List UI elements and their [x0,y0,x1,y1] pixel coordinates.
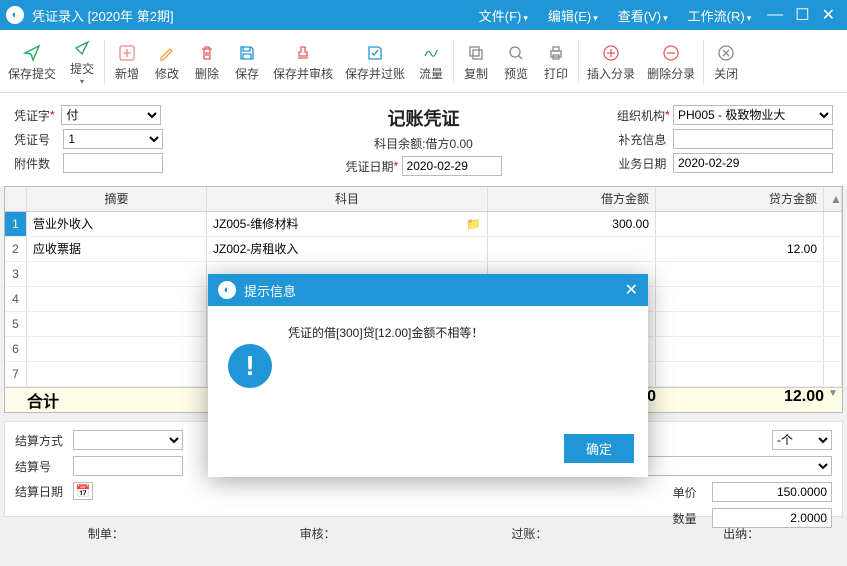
dialog-ok-button[interactable]: 确定 [564,434,634,463]
dialog-close-button[interactable]: ✕ [625,280,638,300]
dialog-message: 凭证的借[300]贷[12.00]金额不相等！ [288,324,483,416]
warning-icon: ! [228,344,272,388]
dialog-logo-icon: ◐ [218,281,236,299]
alert-dialog: ◐ 提示信息 ✕ ! 凭证的借[300]贷[12.00]金额不相等！ 确定 [208,274,648,477]
dialog-title-bar: ◐ 提示信息 ✕ [208,274,648,306]
dialog-title: 提示信息 [244,281,625,300]
